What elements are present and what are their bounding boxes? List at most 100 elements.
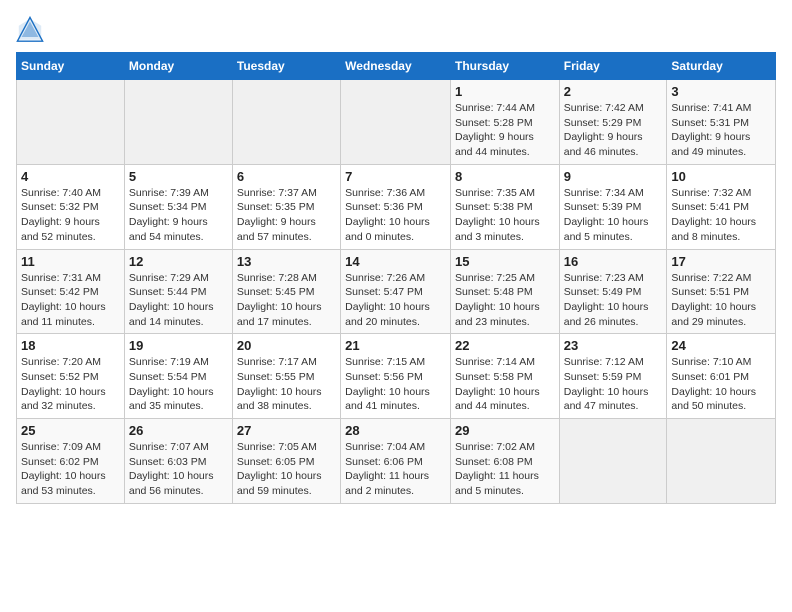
cell-day-number: 10 [671, 169, 771, 184]
calendar-cell: 25 Sunrise: 7:09 AM Sunset: 6:02 PM Dayli… [17, 419, 125, 504]
calendar-cell: 2Sunrise: 7:42 AM Sunset: 5:29 PM Daylig… [559, 80, 667, 165]
cell-info-text: Sunrise: 7:29 AM Sunset: 5:44 PM Dayligh… [129, 271, 228, 330]
cell-info-text: Sunrise: 7:32 AM Sunset: 5:41 PM Dayligh… [671, 186, 771, 245]
cell-info-text: Sunrise: 7:41 AM Sunset: 5:31 PM Dayligh… [671, 101, 771, 160]
cell-info-text: Sunrise: 7:28 AM Sunset: 5:45 PM Dayligh… [237, 271, 336, 330]
cell-day-number: 9 [564, 169, 663, 184]
calendar-cell: 11 Sunrise: 7:31 AM Sunset: 5:42 PM Dayli… [17, 249, 125, 334]
calendar-cell: 15 Sunrise: 7:25 AM Sunset: 5:48 PM Dayli… [450, 249, 559, 334]
calendar-cell: 3 Sunrise: 7:41 AM Sunset: 5:31 PM Daylig… [667, 80, 776, 165]
calendar-table: SundayMondayTuesdayWednesdayThursdayFrid… [16, 52, 776, 504]
calendar-cell: 27 Sunrise: 7:05 AM Sunset: 6:05 PM Dayli… [232, 419, 340, 504]
cell-day-number: 6 [237, 169, 336, 184]
calendar-cell: 17 Sunrise: 7:22 AM Sunset: 5:51 PM Dayli… [667, 249, 776, 334]
cell-day-number: 28 [345, 423, 446, 438]
cell-day-number: 17 [671, 254, 771, 269]
cell-info-text: Sunrise: 7:23 AM Sunset: 5:49 PM Dayligh… [564, 271, 663, 330]
cell-day-number: 3 [671, 84, 771, 99]
cell-day-number: 14 [345, 254, 446, 269]
calendar-cell: 6 Sunrise: 7:37 AM Sunset: 5:35 PM Daylig… [232, 164, 340, 249]
cell-info-text: Sunrise: 7:25 AM Sunset: 5:48 PM Dayligh… [455, 271, 555, 330]
cell-info-text: Sunrise: 7:44 AM Sunset: 5:28 PM Dayligh… [455, 101, 555, 160]
cell-day-number: 21 [345, 338, 446, 353]
calendar-cell: 19 Sunrise: 7:19 AM Sunset: 5:54 PM Dayli… [124, 334, 232, 419]
calendar-cell: 1Sunrise: 7:44 AM Sunset: 5:28 PM Daylig… [450, 80, 559, 165]
calendar-cell: 21 Sunrise: 7:15 AM Sunset: 5:56 PM Dayli… [341, 334, 451, 419]
cell-info-text: Sunrise: 7:37 AM Sunset: 5:35 PM Dayligh… [237, 186, 336, 245]
cell-info-text: Sunrise: 7:05 AM Sunset: 6:05 PM Dayligh… [237, 440, 336, 499]
col-header-tuesday: Tuesday [232, 53, 340, 80]
calendar-cell [232, 80, 340, 165]
cell-day-number: 18 [21, 338, 120, 353]
calendar-cell [667, 419, 776, 504]
cell-info-text: Sunrise: 7:10 AM Sunset: 6:01 PM Dayligh… [671, 355, 771, 414]
cell-info-text: Sunrise: 7:26 AM Sunset: 5:47 PM Dayligh… [345, 271, 446, 330]
cell-info-text: Sunrise: 7:40 AM Sunset: 5:32 PM Dayligh… [21, 186, 120, 245]
cell-day-number: 8 [455, 169, 555, 184]
cell-info-text: Sunrise: 7:15 AM Sunset: 5:56 PM Dayligh… [345, 355, 446, 414]
cell-day-number: 22 [455, 338, 555, 353]
cell-info-text: Sunrise: 7:31 AM Sunset: 5:42 PM Dayligh… [21, 271, 120, 330]
cell-info-text: Sunrise: 7:12 AM Sunset: 5:59 PM Dayligh… [564, 355, 663, 414]
col-header-wednesday: Wednesday [341, 53, 451, 80]
calendar-cell: 29 Sunrise: 7:02 AM Sunset: 6:08 PM Dayli… [450, 419, 559, 504]
cell-day-number: 2 [564, 84, 663, 99]
calendar-cell: 24 Sunrise: 7:10 AM Sunset: 6:01 PM Dayli… [667, 334, 776, 419]
cell-info-text: Sunrise: 7:36 AM Sunset: 5:36 PM Dayligh… [345, 186, 446, 245]
cell-day-number: 27 [237, 423, 336, 438]
cell-info-text: Sunrise: 7:22 AM Sunset: 5:51 PM Dayligh… [671, 271, 771, 330]
cell-day-number: 5 [129, 169, 228, 184]
cell-day-number: 15 [455, 254, 555, 269]
calendar-cell: 28 Sunrise: 7:04 AM Sunset: 6:06 PM Dayli… [341, 419, 451, 504]
calendar-cell: 26Sunrise: 7:07 AM Sunset: 6:03 PM Dayli… [124, 419, 232, 504]
calendar-cell: 23 Sunrise: 7:12 AM Sunset: 5:59 PM Dayli… [559, 334, 667, 419]
calendar-cell [124, 80, 232, 165]
cell-day-number: 11 [21, 254, 120, 269]
calendar-cell [341, 80, 451, 165]
calendar-cell: 14 Sunrise: 7:26 AM Sunset: 5:47 PM Dayli… [341, 249, 451, 334]
calendar-cell: 13 Sunrise: 7:28 AM Sunset: 5:45 PM Dayli… [232, 249, 340, 334]
cell-day-number: 19 [129, 338, 228, 353]
logo [16, 16, 48, 44]
col-header-saturday: Saturday [667, 53, 776, 80]
calendar-cell: 8 Sunrise: 7:35 AM Sunset: 5:38 PM Daylig… [450, 164, 559, 249]
cell-info-text: Sunrise: 7:34 AM Sunset: 5:39 PM Dayligh… [564, 186, 663, 245]
logo-icon [16, 16, 44, 44]
cell-info-text: Sunrise: 7:35 AM Sunset: 5:38 PM Dayligh… [455, 186, 555, 245]
calendar-cell: 12Sunrise: 7:29 AM Sunset: 5:44 PM Dayli… [124, 249, 232, 334]
calendar-cell: 10 Sunrise: 7:32 AM Sunset: 5:41 PM Dayli… [667, 164, 776, 249]
col-header-friday: Friday [559, 53, 667, 80]
calendar-week-4: 25 Sunrise: 7:09 AM Sunset: 6:02 PM Dayli… [17, 419, 776, 504]
cell-info-text: Sunrise: 7:04 AM Sunset: 6:06 PM Dayligh… [345, 440, 446, 499]
col-header-sunday: Sunday [17, 53, 125, 80]
cell-info-text: Sunrise: 7:20 AM Sunset: 5:52 PM Dayligh… [21, 355, 120, 414]
calendar-week-3: 18 Sunrise: 7:20 AM Sunset: 5:52 PM Dayli… [17, 334, 776, 419]
calendar-week-0: 1Sunrise: 7:44 AM Sunset: 5:28 PM Daylig… [17, 80, 776, 165]
cell-info-text: Sunrise: 7:02 AM Sunset: 6:08 PM Dayligh… [455, 440, 555, 499]
cell-info-text: Sunrise: 7:14 AM Sunset: 5:58 PM Dayligh… [455, 355, 555, 414]
calendar-cell: 4Sunrise: 7:40 AM Sunset: 5:32 PM Daylig… [17, 164, 125, 249]
calendar-cell [559, 419, 667, 504]
cell-day-number: 25 [21, 423, 120, 438]
page-header [16, 16, 776, 44]
cell-info-text: Sunrise: 7:17 AM Sunset: 5:55 PM Dayligh… [237, 355, 336, 414]
cell-day-number: 29 [455, 423, 555, 438]
calendar-week-1: 4Sunrise: 7:40 AM Sunset: 5:32 PM Daylig… [17, 164, 776, 249]
cell-day-number: 20 [237, 338, 336, 353]
cell-day-number: 23 [564, 338, 663, 353]
cell-day-number: 26 [129, 423, 228, 438]
calendar-cell: 9 Sunrise: 7:34 AM Sunset: 5:39 PM Daylig… [559, 164, 667, 249]
cell-day-number: 16 [564, 254, 663, 269]
calendar-cell: 7Sunrise: 7:36 AM Sunset: 5:36 PM Daylig… [341, 164, 451, 249]
calendar-header-row: SundayMondayTuesdayWednesdayThursdayFrid… [17, 53, 776, 80]
cell-day-number: 13 [237, 254, 336, 269]
calendar-cell: 5 Sunrise: 7:39 AM Sunset: 5:34 PM Daylig… [124, 164, 232, 249]
calendar-cell: 22 Sunrise: 7:14 AM Sunset: 5:58 PM Dayli… [450, 334, 559, 419]
calendar-week-2: 11 Sunrise: 7:31 AM Sunset: 5:42 PM Dayli… [17, 249, 776, 334]
calendar-cell: 20 Sunrise: 7:17 AM Sunset: 5:55 PM Dayli… [232, 334, 340, 419]
cell-info-text: Sunrise: 7:39 AM Sunset: 5:34 PM Dayligh… [129, 186, 228, 245]
cell-day-number: 24 [671, 338, 771, 353]
cell-info-text: Sunrise: 7:19 AM Sunset: 5:54 PM Dayligh… [129, 355, 228, 414]
cell-info-text: Sunrise: 7:09 AM Sunset: 6:02 PM Dayligh… [21, 440, 120, 499]
calendar-cell: 16 Sunrise: 7:23 AM Sunset: 5:49 PM Dayli… [559, 249, 667, 334]
